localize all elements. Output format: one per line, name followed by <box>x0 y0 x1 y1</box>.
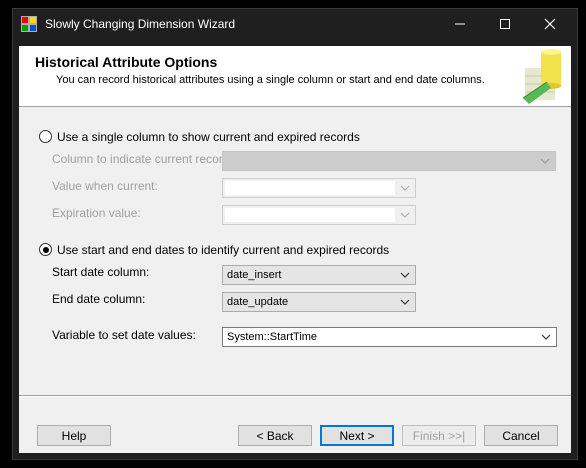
help-button[interactable]: Help <box>37 425 111 446</box>
chevron-down-icon <box>400 299 410 305</box>
chevron-down-icon <box>541 334 551 340</box>
start-date-column-select[interactable]: date_insert <box>222 265 416 285</box>
end-date-column-value: date_update <box>227 296 289 308</box>
value-when-current-label: Value when current: <box>52 179 158 193</box>
title-bar[interactable]: Slowly Changing Dimension Wizard <box>13 9 577 39</box>
close-button[interactable] <box>527 9 573 39</box>
end-date-column-select[interactable]: date_update <box>222 292 416 312</box>
next-button[interactable]: Next > <box>320 425 394 446</box>
window-title: Slowly Changing Dimension Wizard <box>45 17 236 31</box>
current-record-column-label: Column to indicate current record: <box>52 152 233 166</box>
chevron-down-icon <box>400 212 410 218</box>
expiration-value-label: Expiration value: <box>52 206 141 220</box>
minimize-icon <box>455 23 465 25</box>
variable-date-values-label: Variable to set date values: <box>52 328 196 342</box>
dialog-client: Historical Attribute Options You can rec… <box>19 46 571 453</box>
start-end-dates-radio[interactable] <box>39 243 52 256</box>
start-date-column-value: date_insert <box>227 269 282 281</box>
maximize-button[interactable] <box>482 9 528 39</box>
wizard-header: Historical Attribute Options You can rec… <box>19 46 571 107</box>
wizard-window: Slowly Changing Dimension Wizard Histori… <box>12 8 578 460</box>
start-date-column-label: Start date column: <box>52 265 150 279</box>
database-icon <box>522 49 561 104</box>
current-record-column-select <box>222 151 556 171</box>
app-icon <box>21 16 37 32</box>
minimize-button[interactable] <box>437 9 483 39</box>
page-title: Historical Attribute Options <box>35 54 218 70</box>
single-column-radio[interactable] <box>39 130 52 143</box>
variable-date-values-value: System::StartTime <box>227 331 318 343</box>
back-button[interactable]: < Back <box>238 425 312 446</box>
value-when-current-select <box>222 178 416 198</box>
variable-date-values-select[interactable]: System::StartTime <box>222 327 557 347</box>
chevron-down-icon <box>400 272 410 278</box>
expiration-value-select <box>222 205 416 225</box>
cancel-button[interactable]: Cancel <box>484 425 558 446</box>
chevron-down-icon <box>400 185 410 191</box>
page-subtitle: You can record historical attributes usi… <box>56 74 485 86</box>
maximize-icon <box>500 19 510 29</box>
end-date-column-label: End date column: <box>52 292 146 306</box>
close-icon <box>544 18 556 30</box>
single-column-option-label[interactable]: Use a single column to show current and … <box>57 130 360 144</box>
chevron-down-icon <box>540 158 550 164</box>
start-end-dates-option-label[interactable]: Use start and end dates to identify curr… <box>57 243 389 257</box>
finish-button: Finish >>| <box>402 425 476 446</box>
footer-divider <box>19 395 571 397</box>
